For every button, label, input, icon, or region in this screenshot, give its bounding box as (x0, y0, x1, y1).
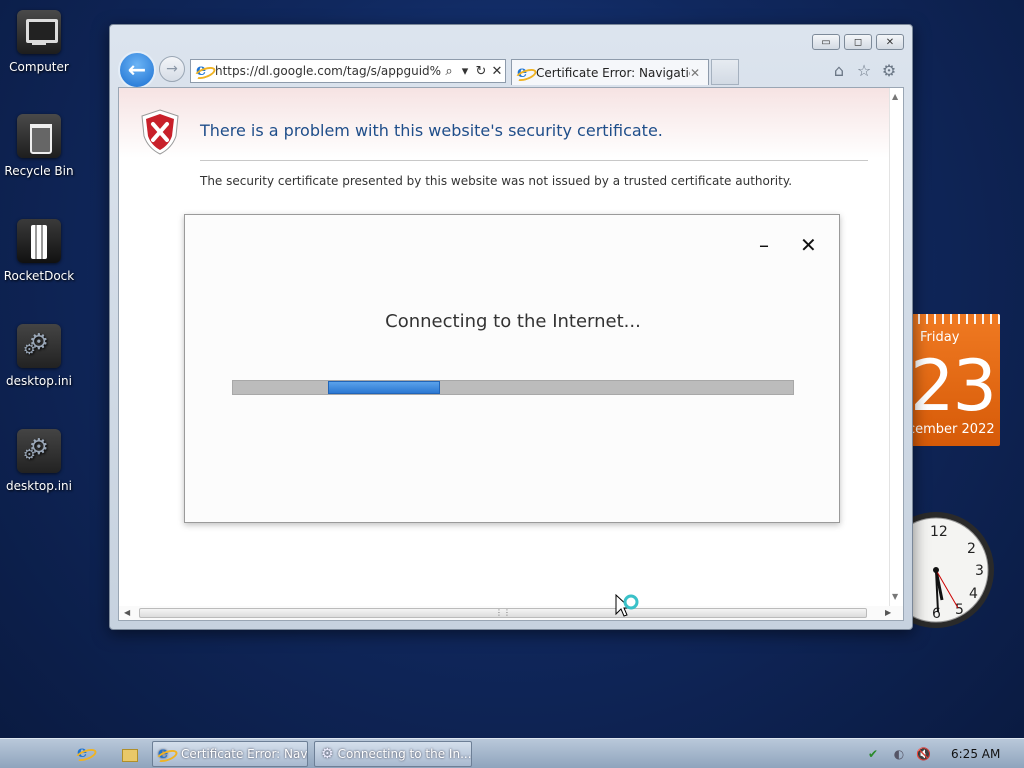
ie-logo-icon (195, 60, 211, 79)
chevron-down-icon[interactable]: ▾ (457, 64, 473, 79)
desktop-icon-label: Computer (9, 60, 69, 74)
progress-bar (232, 380, 794, 395)
favorites-icon[interactable]: ☆ (855, 62, 873, 80)
scroll-down-icon[interactable]: ▼ (892, 592, 898, 601)
dialog-minimize-button[interactable]: – (759, 233, 769, 257)
vertical-scrollbar[interactable]: ▲ ▼ (889, 88, 903, 608)
network-tray-icon[interactable]: ◐ (892, 747, 906, 761)
taskbar-item-label: Connecting to the In... (337, 747, 472, 761)
scroll-right-icon[interactable]: ▶ (885, 608, 891, 617)
page-body-text: The security certificate presented by th… (200, 174, 793, 188)
security-error-shield-icon (141, 109, 179, 155)
calendar-day-number: 23 (912, 345, 997, 427)
clock-numeral: 2 (967, 541, 976, 557)
taskbar-clock[interactable]: 6:25 AM (951, 747, 1000, 761)
recycle-bin-icon (17, 114, 61, 158)
home-icon[interactable]: ⌂ (830, 62, 848, 80)
scroll-up-icon[interactable]: ▲ (892, 92, 898, 101)
busy-cursor-icon (615, 594, 639, 617)
scroll-left-icon[interactable]: ◀ (124, 608, 130, 617)
page-title: There is a problem with this website's s… (200, 121, 663, 140)
window-controls: ▭ ◻ ✕ (812, 34, 904, 50)
connecting-dialog: – ✕ Connecting to the Internet... (184, 214, 840, 523)
security-shield-tray-icon[interactable]: ✔ (866, 747, 880, 761)
desktop-icon-computer[interactable]: Computer (0, 10, 78, 74)
desktop-icon-desktop-ini-1[interactable]: ⚙ ⚙ desktop.ini (0, 324, 78, 388)
address-bar[interactable]: https://dl.google.com/tag/s/appguid%3D ⌕… (190, 59, 506, 83)
settings-file-icon: ⚙ ⚙ (17, 324, 61, 368)
taskbar-item-label: Certificate Error: Nav... (181, 747, 308, 761)
computer-icon (17, 10, 61, 54)
back-button[interactable]: ← (118, 51, 156, 89)
volume-muted-tray-icon[interactable]: 🔇 (916, 747, 931, 761)
new-tab-button[interactable] (711, 59, 739, 85)
ie-quicklaunch-icon[interactable] (76, 742, 94, 763)
maximize-button[interactable]: ◻ (844, 34, 872, 50)
calendar-month-year: cember 2022 (912, 422, 995, 437)
clock-numeral: 3 (975, 563, 984, 579)
refresh-icon[interactable]: ↻ (473, 64, 489, 79)
taskbar-item-connecting[interactable]: ⚙ Connecting to the In... (314, 741, 472, 767)
minimize-button[interactable]: ▭ (812, 34, 840, 50)
installer-icon: ⚙ (321, 746, 334, 762)
folder-quicklaunch-icon[interactable] (120, 745, 138, 763)
desktop-icon-label: desktop.ini (6, 374, 72, 388)
desktop-icon-recycle-bin[interactable]: Recycle Bin (0, 114, 78, 178)
forward-arrow-icon: → (166, 61, 178, 77)
horizontal-scrollbar[interactable]: ◀ ⋮⋮ ▶ (119, 606, 903, 620)
ie-logo-icon (516, 62, 532, 81)
horizontal-scroll-thumb[interactable]: ⋮⋮ (139, 608, 867, 618)
close-button[interactable]: ✕ (876, 34, 904, 50)
dialog-close-button[interactable]: ✕ (800, 233, 817, 257)
desktop-icon-desktop-ini-2[interactable]: ⚙ ⚙ desktop.ini (0, 429, 78, 493)
clock-numeral: 4 (969, 586, 978, 602)
clock-numeral: 6 (932, 606, 941, 622)
desktop-icon-label: RocketDock (3, 269, 75, 283)
desktop-icon-rocketdock[interactable]: RocketDock (0, 219, 78, 283)
forward-button[interactable]: → (159, 56, 185, 82)
rocketdock-icon (17, 219, 61, 263)
dialog-message: Connecting to the Internet... (385, 311, 641, 332)
tab-title: Certificate Error: Navigatio... (536, 65, 690, 80)
tab-close-icon[interactable]: ✕ (690, 66, 708, 80)
calendar-day-name: Friday (920, 330, 960, 345)
calendar-gadget[interactable]: Friday 23 cember 2022 (912, 314, 1000, 446)
url-text[interactable]: https://dl.google.com/tag/s/appguid%3D (215, 64, 441, 78)
calendar-rings (912, 314, 1000, 324)
search-icon[interactable]: ⌕ (441, 64, 457, 79)
progress-indicator (328, 381, 440, 394)
tools-gear-icon[interactable]: ⚙ (880, 62, 898, 80)
taskbar-item-certificate-error[interactable]: Certificate Error: Nav... (152, 741, 308, 767)
ie-logo-icon (157, 743, 173, 762)
tab-certificate-error[interactable]: Certificate Error: Navigatio... ✕ (511, 59, 709, 85)
clock-numeral: 12 (930, 524, 948, 540)
desktop-icon-label: Recycle Bin (4, 164, 74, 178)
desktop-icon-label: desktop.ini (6, 479, 72, 493)
settings-file-icon: ⚙ ⚙ (17, 429, 61, 473)
taskbar: Certificate Error: Nav... ⚙ Connecting t… (0, 738, 1024, 768)
stop-icon[interactable]: ✕ (489, 64, 505, 79)
back-arrow-icon: ← (127, 57, 147, 83)
divider (200, 160, 868, 161)
